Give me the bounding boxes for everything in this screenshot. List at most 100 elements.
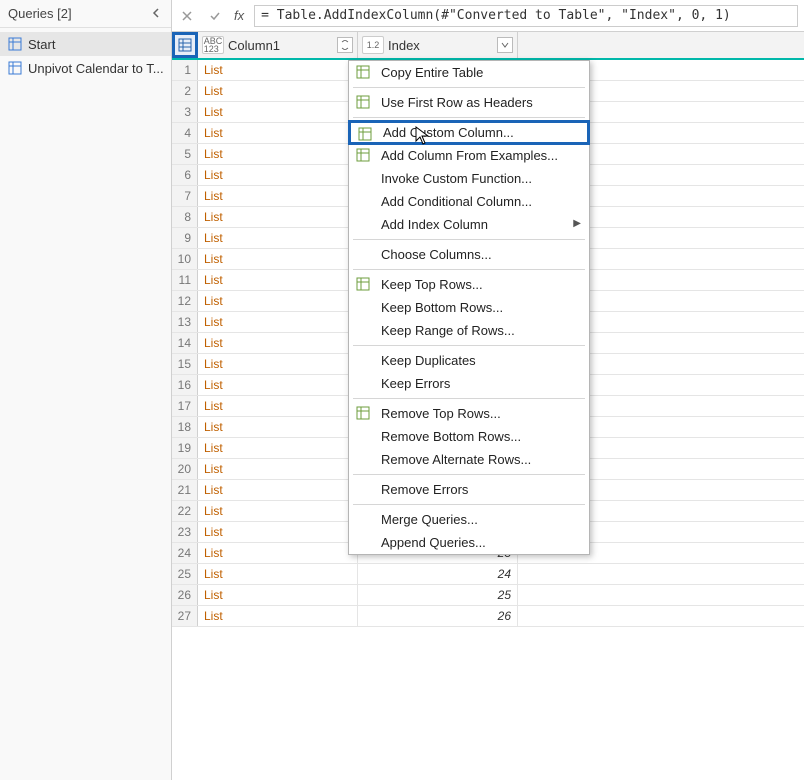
cell-index: 25 — [358, 585, 518, 605]
menu-item-label: Choose Columns... — [381, 247, 492, 262]
row-number: 27 — [172, 606, 198, 626]
cell-column1[interactable]: List — [198, 396, 358, 416]
cell-column1[interactable]: List — [198, 375, 358, 395]
cell-column1[interactable]: List — [198, 291, 358, 311]
cell-column1[interactable]: List — [198, 354, 358, 374]
row-number: 6 — [172, 165, 198, 185]
menu-item[interactable]: Remove Alternate Rows... — [349, 448, 589, 471]
query-item-unpivot[interactable]: Unpivot Calendar to T... — [0, 56, 171, 80]
cell-column1[interactable]: List — [198, 102, 358, 122]
menu-item-label: Remove Bottom Rows... — [381, 429, 521, 444]
cell-column1[interactable]: List — [198, 123, 358, 143]
menu-item-label: Keep Duplicates — [381, 353, 476, 368]
cell-column1[interactable]: List — [198, 270, 358, 290]
row-number: 10 — [172, 249, 198, 269]
row-number: 24 — [172, 543, 198, 563]
cancel-formula-icon[interactable] — [178, 7, 196, 25]
table-row[interactable]: 25List24 — [172, 564, 804, 585]
cell-column1[interactable]: List — [198, 312, 358, 332]
menu-item[interactable]: Keep Range of Rows... — [349, 319, 589, 342]
menu-item-label: Add Index Column — [381, 217, 488, 232]
menu-item-label: Add Conditional Column... — [381, 194, 532, 209]
query-item-label: Start — [28, 37, 55, 52]
confirm-formula-icon[interactable] — [206, 7, 224, 25]
cell-column1[interactable]: List — [198, 333, 358, 353]
cell-column1[interactable]: List — [198, 459, 358, 479]
queries-list: Start Unpivot Calendar to T... — [0, 28, 171, 80]
menu-separator — [353, 239, 585, 240]
menu-item[interactable]: Copy Entire Table — [349, 61, 589, 84]
formula-bar: fx — [172, 0, 804, 32]
menu-item[interactable]: Remove Errors — [349, 478, 589, 501]
menu-separator — [353, 117, 585, 118]
cell-column1[interactable]: List — [198, 606, 358, 626]
row-number: 21 — [172, 480, 198, 500]
menu-item[interactable]: Choose Columns... — [349, 243, 589, 266]
table-icon — [178, 38, 192, 52]
cell-column1[interactable]: List — [198, 480, 358, 500]
row-number: 2 — [172, 81, 198, 101]
menu-item[interactable]: Add Custom Column... — [348, 120, 590, 145]
menu-separator — [353, 345, 585, 346]
cell-column1[interactable]: List — [198, 522, 358, 542]
type-any-icon: ABC 123 — [202, 36, 224, 54]
query-item-start[interactable]: Start — [0, 32, 171, 56]
cell-column1[interactable]: List — [198, 165, 358, 185]
headers-icon — [355, 94, 371, 110]
table-row[interactable]: 26List25 — [172, 585, 804, 606]
column-filter-button[interactable] — [337, 37, 353, 53]
cell-index: 26 — [358, 606, 518, 626]
cell-column1[interactable]: List — [198, 585, 358, 605]
row-number: 1 — [172, 60, 198, 80]
cell-column1[interactable]: List — [198, 417, 358, 437]
menu-item[interactable]: Add Column From Examples... — [349, 144, 589, 167]
menu-item[interactable]: Keep Top Rows... — [349, 273, 589, 296]
column-header-column1[interactable]: ABC 123 Column1 — [198, 32, 358, 58]
row-number: 23 — [172, 522, 198, 542]
menu-item[interactable]: Keep Errors — [349, 372, 589, 395]
menu-item[interactable]: Remove Top Rows... — [349, 402, 589, 425]
cell-column1[interactable]: List — [198, 81, 358, 101]
formula-input[interactable] — [254, 5, 798, 27]
cell-column1[interactable]: List — [198, 501, 358, 521]
menu-item-label: Remove Errors — [381, 482, 468, 497]
cell-column1[interactable]: List — [198, 543, 358, 563]
select-all-table-button[interactable] — [172, 32, 198, 58]
menu-item[interactable]: Add Index Column ▶ — [349, 213, 589, 236]
cell-column1[interactable]: List — [198, 228, 358, 248]
menu-item-label: Invoke Custom Function... — [381, 171, 532, 186]
menu-item[interactable]: Remove Bottom Rows... — [349, 425, 589, 448]
cell-column1[interactable]: List — [198, 60, 358, 80]
cell-column1[interactable]: List — [198, 249, 358, 269]
menu-item[interactable]: Add Conditional Column... — [349, 190, 589, 213]
column-dropdown-button[interactable] — [497, 37, 513, 53]
menu-item[interactable]: Invoke Custom Function... — [349, 167, 589, 190]
menu-item-label: Add Column From Examples... — [381, 148, 558, 163]
menu-separator — [353, 87, 585, 88]
cell-column1[interactable]: List — [198, 186, 358, 206]
menu-item-label: Remove Alternate Rows... — [381, 452, 531, 467]
cell-column1[interactable]: List — [198, 564, 358, 584]
menu-item-label: Use First Row as Headers — [381, 95, 533, 110]
cell-column1[interactable]: List — [198, 207, 358, 227]
column-header-index[interactable]: 1.2 Index — [358, 32, 518, 58]
cell-column1[interactable]: List — [198, 438, 358, 458]
copy-icon — [355, 64, 371, 80]
row-number: 11 — [172, 270, 198, 290]
submenu-arrow-icon: ▶ — [573, 218, 581, 229]
row-number: 17 — [172, 396, 198, 416]
row-number: 16 — [172, 375, 198, 395]
table-row[interactable]: 27List26 — [172, 606, 804, 627]
removetop-icon — [355, 405, 371, 421]
menu-item[interactable]: Keep Duplicates — [349, 349, 589, 372]
cell-index: 24 — [358, 564, 518, 584]
row-number: 7 — [172, 186, 198, 206]
menu-item-label: Keep Bottom Rows... — [381, 300, 503, 315]
menu-item[interactable]: Merge Queries... — [349, 508, 589, 531]
collapse-pane-icon[interactable] — [147, 4, 165, 22]
menu-item[interactable]: Append Queries... — [349, 531, 589, 554]
cell-column1[interactable]: List — [198, 144, 358, 164]
menu-item[interactable]: Keep Bottom Rows... — [349, 296, 589, 319]
menu-item[interactable]: Use First Row as Headers — [349, 91, 589, 114]
menu-item-label: Remove Top Rows... — [381, 406, 501, 421]
